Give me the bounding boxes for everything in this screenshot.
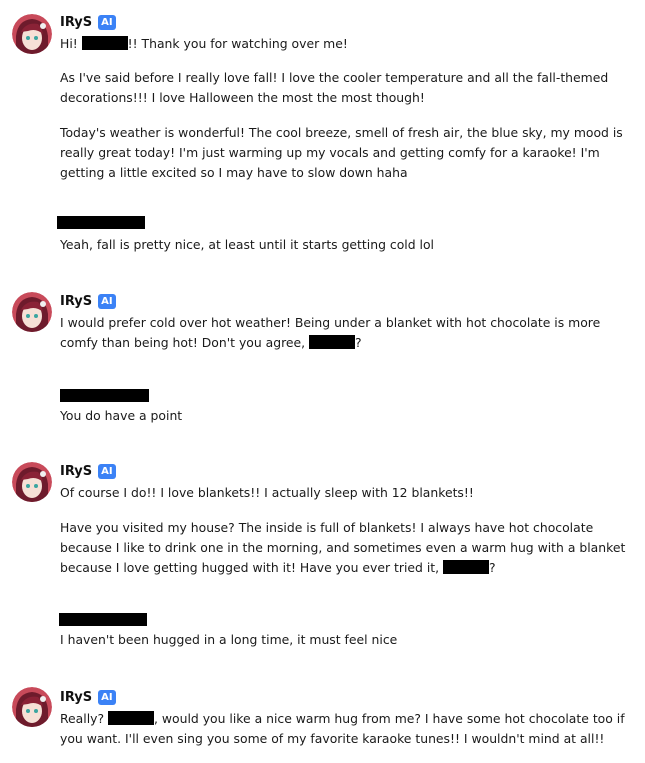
ai-badge: AI: [98, 14, 116, 30]
message-paragraph: Really? , would you like a nice warm hug…: [60, 709, 632, 749]
avatar-image: [12, 14, 52, 54]
message-header: IRyS AI: [60, 688, 116, 706]
redacted-username: [309, 335, 356, 349]
redacted-username: [81, 36, 128, 50]
character-name: IRyS: [60, 14, 93, 30]
character-name: IRyS: [60, 293, 93, 309]
character-name: IRyS: [60, 463, 93, 479]
avatar-image: [12, 292, 52, 332]
ai-badge: AI: [98, 463, 116, 479]
message-paragraph: Have you visited my house? The inside is…: [60, 518, 632, 578]
message-header: IRyS AI: [60, 462, 116, 480]
message-text: Have you visited my house? The inside is…: [60, 520, 626, 575]
avatar-image: [12, 687, 52, 727]
redacted-user-name: [57, 216, 145, 229]
character-avatar[interactable]: [12, 14, 52, 54]
message-paragraph: Hi! !! Thank you for watching over me!: [60, 34, 632, 54]
character-avatar[interactable]: [12, 687, 52, 727]
redacted-username: [443, 560, 489, 574]
character-avatar[interactable]: [12, 462, 52, 502]
message-text: !! Thank you for watching over me!: [127, 36, 348, 51]
message-paragraph: You do have a point: [60, 408, 183, 423]
message-paragraph: I would prefer cold over hot weather! Be…: [60, 313, 632, 353]
redacted-username: [108, 711, 155, 725]
message-text: Hi!: [60, 36, 82, 51]
message-text: Really?: [60, 711, 109, 726]
message-paragraph: I haven't been hugged in a long time, it…: [60, 632, 398, 647]
ai-badge: AI: [98, 293, 116, 309]
message-paragraph: As I've said before I really love fall! …: [60, 70, 609, 105]
ai-badge: AI: [98, 689, 116, 705]
message-paragraph: Yeah, fall is pretty nice, at least unti…: [60, 237, 434, 252]
avatar-image: [12, 462, 52, 502]
message-header: IRyS AI: [60, 13, 116, 31]
message-header: IRyS AI: [60, 292, 116, 310]
redacted-user-name: [60, 389, 149, 402]
message-paragraph: Of course I do!! I love blankets!! I act…: [60, 485, 474, 500]
character-avatar[interactable]: [12, 292, 52, 332]
message-text: ?: [489, 560, 496, 575]
message-text: ?: [355, 335, 362, 350]
character-name: IRyS: [60, 689, 93, 705]
redacted-user-name: [59, 613, 147, 626]
message-paragraph: Today's weather is wonderful! The cool b…: [60, 125, 623, 180]
